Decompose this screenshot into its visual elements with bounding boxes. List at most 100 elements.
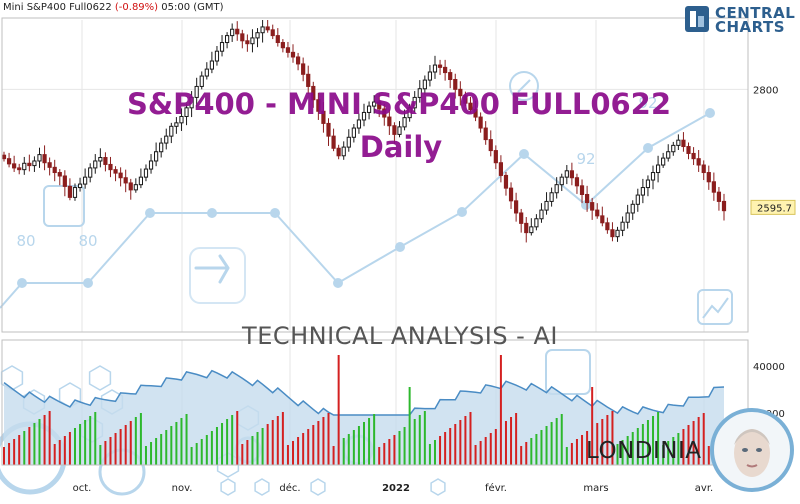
volume-bar — [246, 440, 249, 465]
volume-bar — [104, 441, 107, 465]
volume-bar — [170, 426, 173, 465]
header-time: 05:00 (GMT) — [161, 2, 224, 13]
volume-bar — [327, 413, 330, 465]
candle-body — [706, 172, 711, 183]
volume-bar — [302, 433, 305, 465]
volume-bar — [337, 355, 340, 465]
volume-bar — [190, 447, 193, 465]
volume-bar — [540, 430, 543, 465]
candle-body — [544, 200, 549, 211]
candle-body — [498, 162, 504, 176]
x-tick-label: déc. — [279, 482, 300, 494]
watermark-number: 80 — [16, 232, 35, 250]
candle-body — [270, 29, 275, 37]
candle-body — [620, 221, 625, 231]
candle-body — [204, 68, 209, 77]
instrument-name: Mini S&P400 Full0622 — [3, 2, 112, 13]
candle-body — [569, 170, 574, 179]
chart-timeframe: Daily — [359, 130, 443, 164]
candle-body — [579, 185, 585, 195]
volume-bar — [68, 432, 71, 465]
volume-bar — [53, 444, 56, 465]
volume-bar — [484, 437, 487, 465]
volume-bar — [266, 424, 269, 465]
candle-body — [610, 229, 615, 238]
candle-body — [67, 185, 73, 198]
technical-analysis-watermark: TECHNICAL ANALYSIS - AI — [242, 322, 558, 350]
volume-bar — [494, 429, 497, 465]
volume-bar — [99, 445, 102, 465]
chart-svg: 80809292 28002595.74000020000oct.nov.déc… — [0, 17, 796, 496]
volume-bar — [368, 418, 371, 465]
candle-body — [250, 37, 255, 45]
candle-body — [600, 215, 605, 224]
x-tick-label: oct. — [73, 483, 92, 494]
volume-bar — [342, 438, 345, 465]
volume-bar — [144, 446, 147, 465]
volume-bar — [317, 421, 320, 465]
candle-body — [224, 35, 230, 44]
volume-bar — [489, 433, 492, 465]
candle-body — [524, 222, 529, 234]
candle-body — [174, 122, 179, 127]
candle-body — [564, 170, 569, 178]
candle-body — [655, 164, 661, 174]
candle-body — [630, 203, 635, 214]
volume-bar — [150, 442, 153, 465]
candle-body — [635, 194, 640, 205]
candle-body — [721, 200, 727, 212]
chart-canvas: 80809292 28002595.74000020000oct.nov.déc… — [0, 0, 800, 500]
candle-body — [17, 167, 22, 171]
volume-bar — [226, 419, 229, 465]
volume-bar — [454, 424, 457, 465]
candle-body — [255, 32, 260, 39]
candle-body — [128, 182, 133, 191]
volume-bar — [205, 435, 208, 465]
volume-bar — [18, 435, 21, 465]
watermark-chart-icon — [43, 185, 85, 227]
centralcharts-logo[interactable]: CENTRAL CHARTS — [684, 5, 796, 35]
volume-bar — [332, 446, 335, 465]
candle-body — [356, 119, 362, 129]
volume-bar — [89, 416, 92, 465]
volume-bar — [433, 440, 436, 465]
x-tick-label: mars — [583, 483, 608, 494]
candle-body — [584, 193, 590, 204]
candle-body — [701, 164, 706, 174]
candle-body — [88, 167, 93, 178]
volume-bar — [251, 436, 254, 465]
volume-bar — [200, 439, 203, 465]
candle-body — [265, 26, 270, 31]
volume-bar — [175, 422, 178, 465]
volume-bar — [408, 387, 411, 465]
volume-bar — [109, 437, 112, 465]
candle-body — [77, 183, 83, 189]
candle-body — [285, 47, 291, 53]
watermark-hexagon — [310, 478, 326, 496]
candle-body — [539, 209, 544, 220]
candle-body — [138, 176, 144, 186]
candle-body — [640, 187, 645, 196]
volume-bar — [530, 438, 533, 465]
watermark-number: 80 — [78, 232, 97, 250]
volume-bar — [423, 411, 426, 465]
watermark-hexagon — [220, 478, 236, 496]
watermark-marker — [17, 278, 27, 288]
ai-face-icon — [710, 408, 794, 492]
volume-bar — [23, 431, 26, 465]
candle-body — [133, 184, 138, 191]
volume-bar — [393, 435, 396, 465]
candle-body — [427, 71, 433, 81]
pane-frames — [1, 17, 749, 466]
volume-bar — [94, 412, 97, 465]
candle-body — [52, 166, 57, 174]
volume-bar — [79, 424, 82, 465]
watermark-marker — [270, 208, 280, 218]
watermark-marker — [457, 207, 467, 217]
volume-bar — [570, 443, 573, 465]
candle-body — [437, 64, 443, 68]
watermark-arrow-box — [189, 247, 246, 304]
chart-title: S&P400 - MINI S&P400 FULL0622 — [126, 87, 672, 121]
volume-bar — [210, 431, 213, 465]
candle-body — [508, 187, 514, 202]
